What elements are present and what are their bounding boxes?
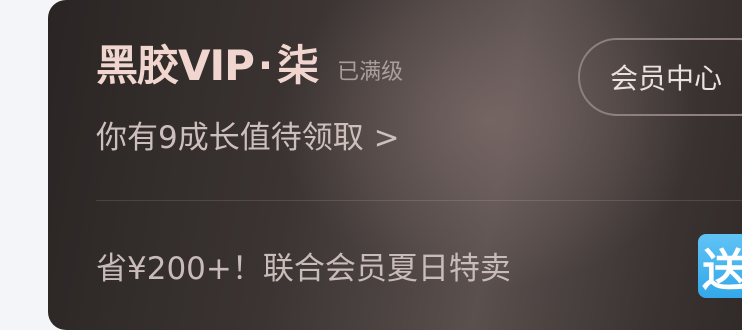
vip-title-row: 黑胶VIP · 柒 已满级 [96,38,403,94]
card-divider [96,200,742,201]
level-status-label: 已满级 [337,60,404,85]
vip-level-name: 柒 [277,41,320,90]
member-center-button[interactable]: 会员中心 [578,38,742,116]
gift-badge-label: 送 [702,245,742,296]
title-separator-dot: · [257,43,274,89]
gift-badge-icon[interactable]: 送 [698,234,742,298]
vip-brand-name: 黑胶VIP [96,41,255,90]
claim-growth-points-link[interactable]: 你有9成长值待领取 > [96,114,400,162]
vip-member-card[interactable]: 黑胶VIP · 柒 已满级 你有9成长值待领取 > 会员中心 省¥200+！联合… [48,0,742,330]
summer-sale-promo-link[interactable]: 省¥200+！联合会员夏日特卖 [96,245,511,293]
